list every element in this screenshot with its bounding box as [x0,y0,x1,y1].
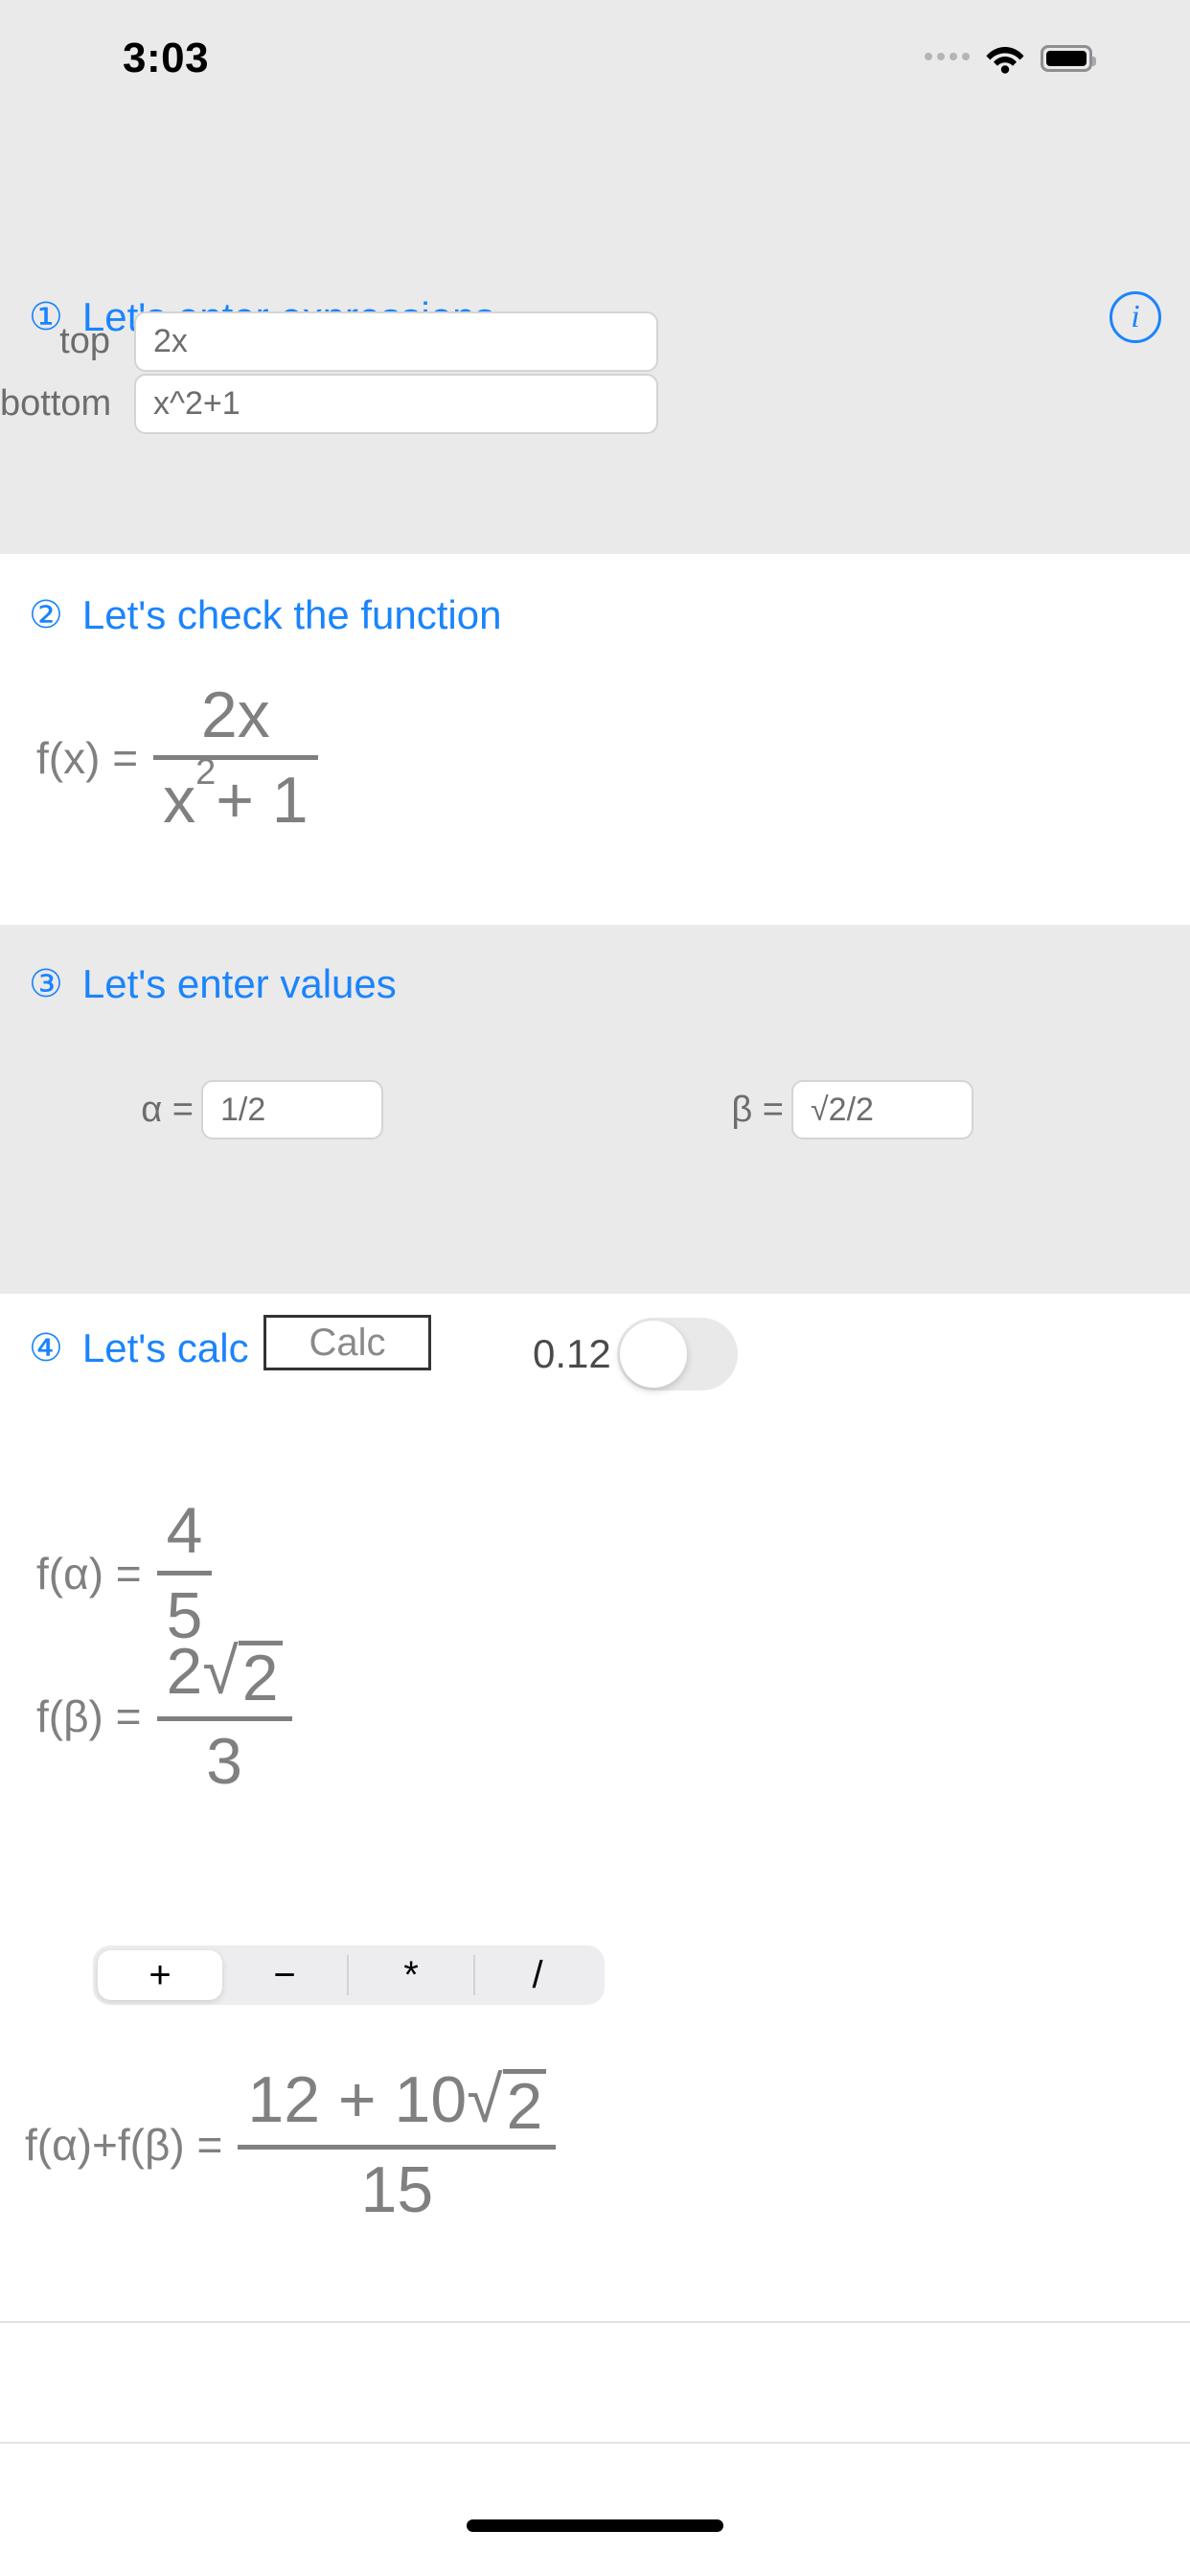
denominator-rest: + 1 [216,764,309,838]
function-formula-lhs: f(x) = [36,732,139,783]
bottom-expression-label: bottom [0,383,112,424]
toggle-knob [619,1321,687,1388]
section4-title: Let's calc ! [81,1325,271,1370]
status-bar: 3:03 [0,0,1190,126]
result-f-beta-denominator: 3 [206,1725,242,1798]
sqrt-icon: √ 2 [202,1639,283,1711]
denominator-exponent: 2 [195,752,217,794]
function-formula: f(x) = 2x x2+ 1 [36,680,318,835]
home-indicator[interactable] [467,2519,723,2532]
numerator-terms: 12 + 10 [247,2063,468,2136]
section3-number: ③ [29,963,63,1005]
section4-number: ④ [29,1327,63,1369]
operator-option-plus[interactable]: + [98,1950,222,2000]
wifi-icon [986,47,1024,74]
operator-option-multiply[interactable]: * [349,1950,473,2000]
result-total-denominator: 15 [360,2153,434,2226]
result-f-beta-numerator: 2 √ 2 [157,1637,292,1711]
result-f-alpha-numerator: 4 [166,1494,203,1567]
denominator-base: x [163,764,196,838]
radicand: 2 [502,2069,547,2139]
value-toggle-group: 0.12 [533,1318,738,1391]
operator-segmented-control[interactable]: + − * / [93,1945,605,2005]
bottom-banner[interactable] [0,2321,1190,2444]
numerator-coefficient: 2 [166,1635,203,1708]
function-formula-fraction: 2x x2+ 1 [153,680,318,835]
beta-value-row: β = √2/2 [728,1080,973,1139]
result-f-alpha-fraction: 4 5 [156,1494,213,1650]
toggle-value-label: 0.12 [533,1331,611,1376]
operator-option-divide[interactable]: / [475,1950,600,2000]
fraction-bar [153,755,318,761]
result-f-beta-lhs: f(β) = [36,1691,142,1742]
fraction-bar [238,2145,557,2150]
signal-dots-icon [925,53,970,64]
section4-header: ④ Let's calc ! [29,1325,271,1371]
section-check-function: ② Let's check the function f(x) = 2x x2+… [0,554,1190,925]
alpha-value-row: α = 1/2 [134,1080,383,1139]
function-formula-numerator: 2x [200,678,270,751]
alpha-label: α = [141,1089,194,1130]
result-total: f(α)+f(β) = 12 + 10 √ 2 15 [25,2065,557,2226]
alpha-input[interactable]: 1/2 [201,1080,383,1139]
fraction-bar [156,1571,213,1576]
beta-input[interactable]: √2/2 [791,1080,973,1139]
operator-option-minus[interactable]: − [222,1950,347,2000]
top-expression-row: top 2x [0,311,1190,372]
result-f-beta-fraction: 2 √ 2 3 [156,1637,292,1798]
decimal-mode-toggle[interactable] [616,1318,738,1391]
result-f-alpha-lhs: f(α) = [36,1548,142,1598]
top-expression-input[interactable]: 2x [134,311,658,372]
section2-header: ② Let's check the function [29,592,501,638]
status-bar-indicators [925,43,1096,74]
section2-title: Let's check the function [81,592,502,637]
sqrt-icon: √ 2 [467,2067,547,2139]
radicand: 2 [238,1641,283,1711]
result-f-beta: f(β) = 2 √ 2 3 [36,1637,292,1796]
section-calc: ④ Let's calc ! Calc 0.12 f(α) = 4 5 f(β)… [0,1294,1190,2321]
function-formula-denominator: x2+ 1 [153,754,318,838]
result-total-numerator: 12 + 10 √ 2 [238,2065,556,2139]
section-enter-expressions: ① Let's enter expressions i top 2x botto… [0,126,1190,554]
result-f-alpha: f(α) = 4 5 [36,1494,213,1650]
bottom-expression-input[interactable]: x^2+1 [134,374,658,434]
beta-label: β = [731,1089,784,1130]
top-expression-label: top [59,321,110,361]
result-total-lhs: f(α)+f(β) = [25,2120,223,2171]
section2-number: ② [29,594,63,636]
result-total-fraction: 12 + 10 √ 2 15 [238,2065,557,2226]
calc-button[interactable]: Calc [263,1315,431,1370]
status-bar-time: 3:03 [123,34,210,81]
section-enter-values: ③ Let's enter values α = 1/2 β = √2/2 [0,925,1190,1294]
section3-title: Let's enter values [81,961,397,1006]
bottom-expression-row: bottom x^2+1 [0,374,1190,434]
fraction-bar [156,1716,292,1721]
section3-header: ③ Let's enter values [29,961,397,1007]
battery-full-icon [1041,45,1096,72]
